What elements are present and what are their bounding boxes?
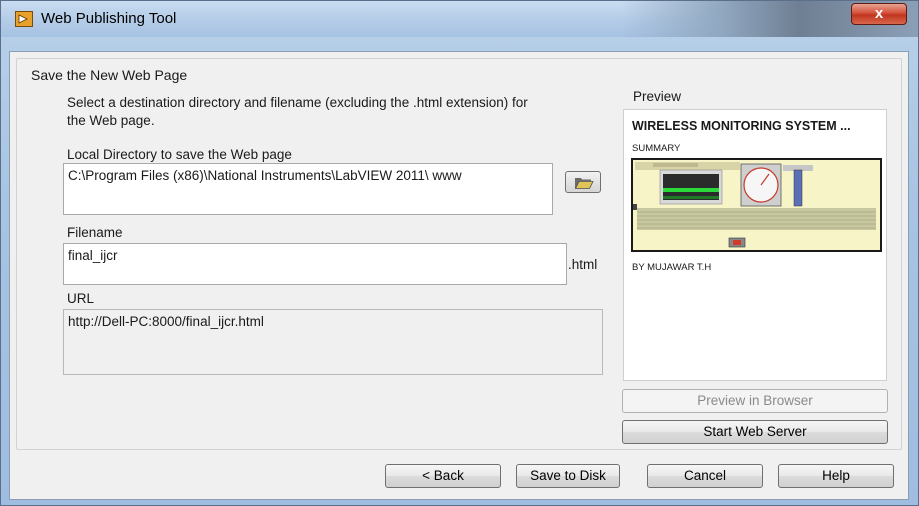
cancel-button[interactable]: Cancel [647,464,763,488]
preview-in-browser-button[interactable]: Preview in Browser [622,389,888,413]
filename-label: Filename [67,225,123,240]
preview-label: Preview [633,89,682,104]
dialog-client-area: Save the New Web Page Select a destinati… [9,51,909,500]
instructions-text: Select a destination directory and filen… [67,95,528,128]
folder-open-icon [574,178,594,189]
labview-icon [15,11,33,27]
browse-folder-button[interactable] [565,171,601,193]
local-directory-label: Local Directory to save the Web page [67,147,292,162]
url-field: http://Dell-PC:8000/final_ijcr.html [63,309,603,375]
help-button[interactable]: Help [778,464,894,488]
title-bar[interactable]: Web Publishing Tool x [1,1,918,37]
preview-byline: BY MUJAWAR T.H [632,262,712,273]
preview-page-title: WIRELESS MONITORING SYSTEM ... [632,119,851,133]
window-title: Web Publishing Tool [41,10,177,27]
group-title: Save the New Web Page [31,67,188,83]
front-panel-thumbnail [633,160,880,250]
back-button[interactable]: < Back [385,464,501,488]
preview-front-panel-image [631,158,882,252]
preview-panel: WIRELESS MONITORING SYSTEM ... SUMMARY B… [623,109,887,381]
start-web-server-button[interactable]: Start Web Server [622,420,888,444]
dialog-window: Web Publishing Tool x Save the New Web P… [0,0,919,506]
close-icon: x [874,5,884,22]
save-to-disk-button[interactable]: Save to Disk [516,464,620,488]
save-page-group: Save the New Web Page Select a destinati… [16,58,902,450]
filename-input[interactable]: final_ijcr [63,243,567,285]
url-label: URL [67,291,95,306]
close-button[interactable]: x [851,3,907,25]
preview-summary: SUMMARY [632,143,681,154]
html-extension-label: .html [568,257,598,272]
local-directory-input[interactable]: C:\Program Files (x86)\National Instrume… [63,163,553,215]
